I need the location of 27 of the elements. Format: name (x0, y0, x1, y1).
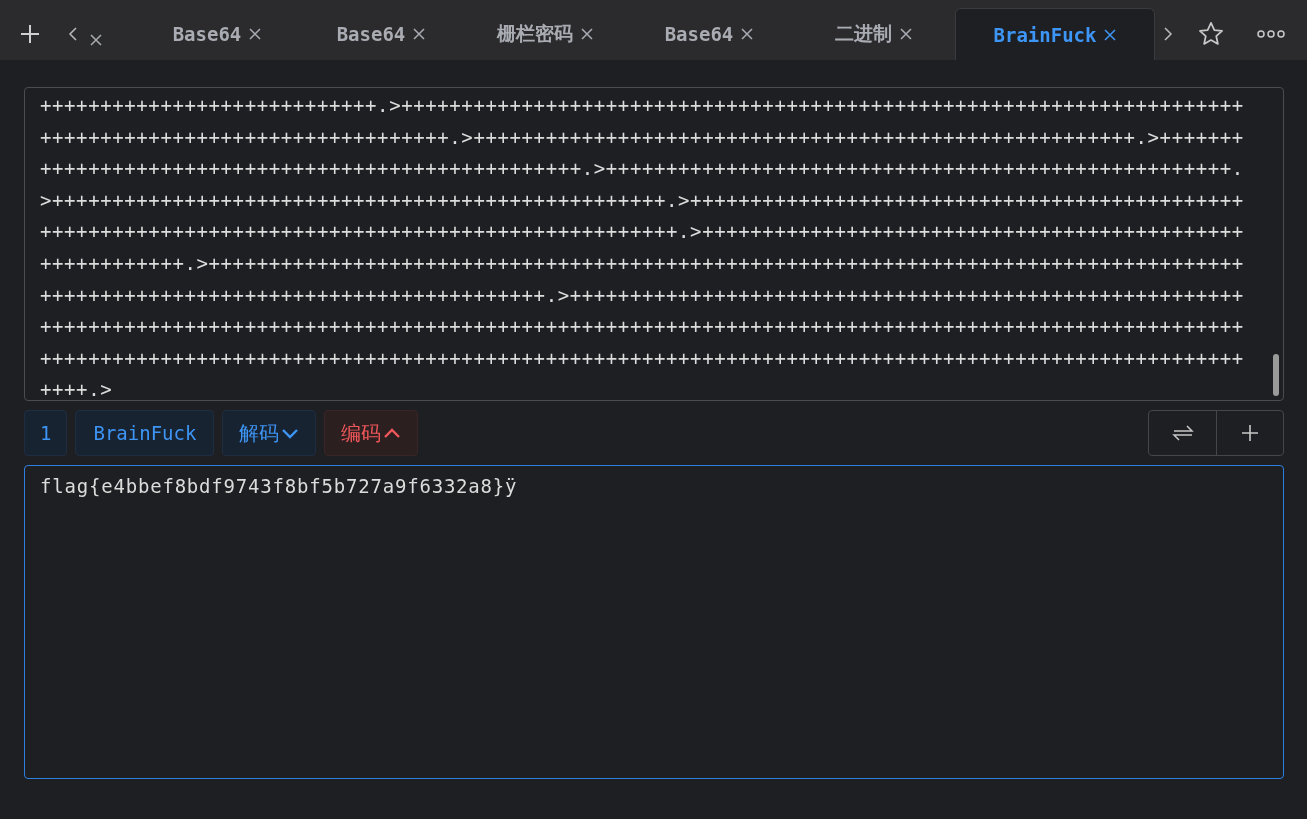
scrollbar-thumb-icon[interactable] (1273, 354, 1279, 396)
close-icon[interactable] (249, 28, 262, 40)
plus-icon[interactable] (1240, 423, 1260, 443)
chevron-right-icon[interactable] (1163, 27, 1173, 41)
action-button[interactable]: 编码 (324, 410, 419, 456)
close-icon[interactable] (899, 28, 912, 40)
close-icon[interactable] (741, 28, 754, 40)
chevron-left-icon[interactable] (68, 27, 78, 41)
tab[interactable]: Base64 (299, 8, 463, 60)
method-button[interactable]: BrainFuck (75, 410, 215, 456)
plus-icon[interactable] (19, 23, 41, 45)
tab[interactable]: 栅栏密码 (463, 8, 627, 60)
action-button[interactable]: 解码 (222, 410, 317, 456)
close-icon[interactable] (1104, 28, 1117, 41)
tab[interactable]: Base64 (135, 8, 299, 60)
tab[interactable]: Base64 (627, 8, 791, 60)
chevron-up-icon (383, 427, 402, 439)
chevron-down-icon (281, 427, 300, 439)
tab[interactable]: 二进制 (791, 8, 955, 60)
close-icon[interactable] (413, 28, 426, 40)
close-icon[interactable] (90, 34, 102, 46)
close-icon[interactable] (581, 28, 593, 40)
tab[interactable]: BrainFuck (955, 8, 1155, 60)
input-field[interactable]: ++++++++++++++++++++++++++++.>++++++++++++++++++++++++++++++++++++++++++++++++++++++++++++++++++++++ ++++++++++++++++++++++++++++++++++.>+++++++++++++++++++++++++++++++++++++++++++++++++++++++.>+++++++ +++++++++++++++++++++++++++++++++++++++++++++.>++++++++++++++++++++++++++++++++++++++++++++++++++++. >+++++++++++++++++++++++++++++++++++++++++++++++++++.>++++++++++++++++++++++++++++++++++++++++++++++ +++++++++++++++++++++++++++++++++++++++++++++++++++++.>+++++++++++++++++++++++++++++++++++++++++++++ ++++++++++++.>++++++++++++++++++++++++++++++++++++++++++++++++++++++++++++++++++++++++++++++++++++++ ++++++++++++++++++++++++++++++++++++++++++.>++++++++++++++++++++++++++++++++++++++++++++++++++++++++ ++++++++++++++++++++++++++++++++++++++++++++++++++++++++++++++++++++++++++++++++++++++++++++++++++++ ++++++++++++++++++++++++++++++++++++++++++++++++++++++++++++++++++++++++++++++++++++++++++++++++++++ ++++.> (25, 88, 1283, 400)
output-field[interactable]: flag{e4bbef8bdf9743f8bf5b727a9f6332a8}ÿ (24, 465, 1284, 779)
step-badge: 1 (24, 410, 68, 456)
swap-icon[interactable] (1171, 423, 1194, 443)
